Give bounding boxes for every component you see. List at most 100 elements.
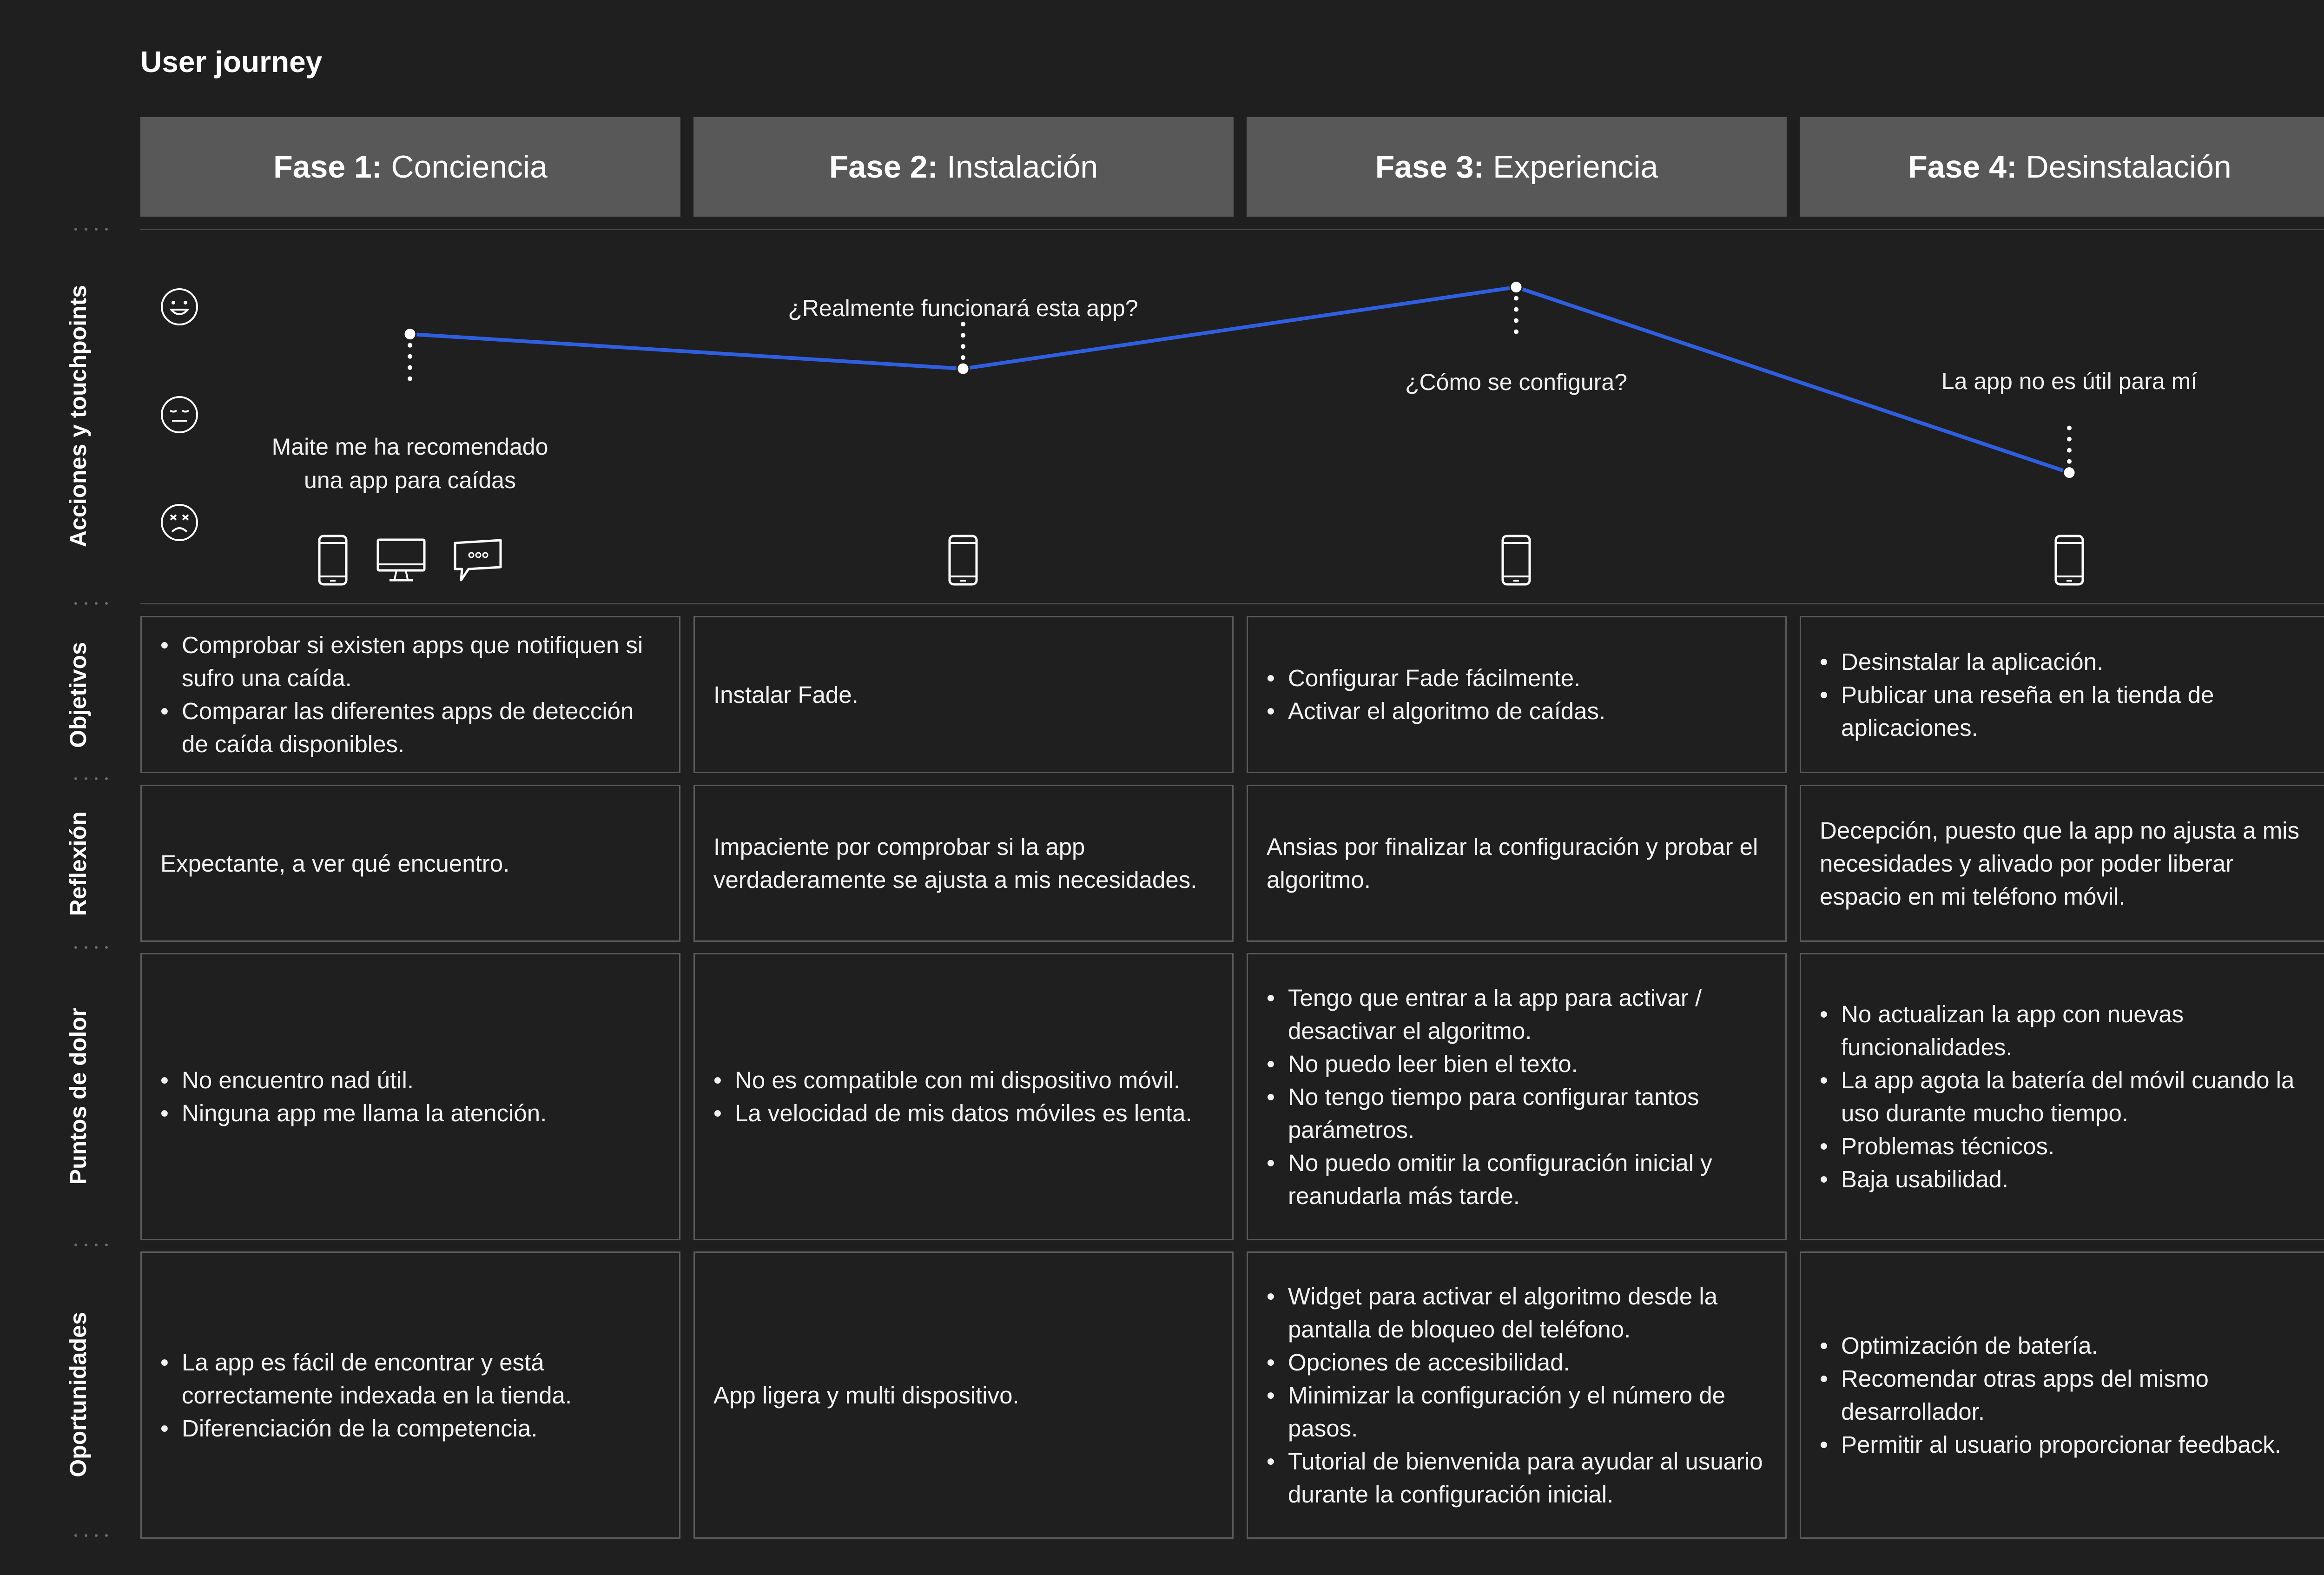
list-item: No actualizan la app con nuevas funciona… [1820,998,2320,1064]
objetivos-cell-phase-3: Configurar Fade fácilmente.Activar el al… [1247,616,1787,773]
dot-separator [74,777,108,782]
cell-text: App ligera y multi dispositivo. [713,1382,1019,1409]
list-item: Publicar una reseña en la tienda de apli… [1820,678,2320,744]
list-item: Tengo que entrar a la app para activar /… [1267,981,1767,1047]
dot-separator [74,1244,108,1248]
connector-dot [2067,459,2072,464]
reflexion-cell-phase-1: Expectante, a ver qué encuentro. [140,785,680,942]
annotation-line: Maite me ha recomendado [271,434,548,460]
cell-text: Expectante, a ver qué encuentro. [160,850,510,877]
cell-text: Instalar Fade. [713,681,858,708]
journey-line-chart [403,280,2076,480]
dot-separator [74,946,108,951]
bullet-list: La app es fácil de encontrar y está corr… [160,1346,660,1445]
list-item: Optimización de batería. [1820,1329,2320,1362]
connector-dot [408,354,412,359]
list-item: Problemas técnicos. [1820,1130,2320,1163]
puntos-de-dolor-cell-phase-4: No actualizan la app con nuevas funciona… [1800,953,2324,1240]
oportunidades-cell-phase-2: App ligera y multi dispositivo. [693,1251,1234,1539]
bullet-list: Desinstalar la aplicación.Publicar una r… [1820,645,2320,744]
reflexion-cell-phase-4: Decepción, puesto que la app no ajusta a… [1800,785,2324,942]
list-item: No tengo tiempo para configurar tantos p… [1267,1080,1767,1146]
oportunidades-cell-phase-3: Widget para activar el algoritmo desde l… [1247,1251,1787,1539]
connector-dot [1514,329,1519,334]
list-item: Activar el algoritmo de caídas. [1267,695,1767,728]
cell-text: Ansias por finalizar la configuración y … [1267,834,1758,893]
list-item: Comprobar si existen apps que notifiquen… [160,629,660,695]
connector-dot [408,343,412,348]
connector-dot [1514,296,1519,301]
journey-point-phase-3 [1509,280,1523,294]
connector-dot [961,333,965,338]
list-item: No puedo omitir la configuración inicial… [1267,1146,1767,1212]
reflexion-cell-phase-2: Impaciente por comprobar si la app verda… [693,785,1234,942]
annotation-phase-3: ¿Cómo se configura? [1405,365,1627,399]
annotation-line: ¿Realmente funcionará esta app? [788,295,1138,321]
bullet-list: Tengo que entrar a la app para activar /… [1267,981,1767,1212]
objetivos-cell-phase-1: Comprobar si existen apps que notifiquen… [140,616,680,773]
connector-dot [408,365,412,370]
connector-dot [2067,425,2072,430]
list-item: Tutorial de bienvenida para ayudar al us… [1267,1445,1767,1511]
list-item: Minimizar la configuración y el número d… [1267,1379,1767,1445]
list-item: Desinstalar la aplicación. [1820,645,2320,678]
dot-separator [74,1534,108,1539]
list-item: Widget para activar el algoritmo desde l… [1267,1280,1767,1346]
connector-dot [2067,448,2072,453]
list-item: No es compatible con mi dispositivo móvi… [713,1064,1214,1097]
annotation-phase-2: ¿Realmente funcionará esta app? [788,291,1138,325]
cell-text: Impaciente por comprobar si la app verda… [713,834,1197,893]
list-item: La velocidad de mis datos móviles es len… [713,1097,1214,1130]
connector-dot [1514,318,1519,323]
connector-dot [408,376,412,381]
list-item: Comparar las diferentes apps de detecció… [160,695,660,761]
desktop-icon [376,538,426,582]
list-item: Permitir al usuario proporcionar feedbac… [1820,1428,2320,1461]
journey-point-phase-1 [403,327,417,341]
bullet-list: Comprobar si existen apps que notifiquen… [160,629,660,761]
journey-layer [403,280,2076,480]
list-item: La app agota la batería del móvil cuando… [1820,1064,2320,1130]
annotation-line: La app no es útil para mí [1941,368,2198,394]
list-item: Ninguna app me llama la atención. [160,1097,660,1130]
puntos-de-dolor-cell-phase-3: Tengo que entrar a la app para activar /… [1247,953,1787,1240]
connector-dot [2067,437,2072,442]
list-item: No encuentro nad útil. [160,1064,660,1097]
chat-bubble-icon [454,539,502,582]
phone-icon [948,535,978,586]
phone-icon [2054,535,2084,586]
phone-icon [1501,535,1531,586]
list-item: No puedo leer bien el texto. [1267,1047,1767,1080]
puntos-de-dolor-cell-phase-2: No es compatible con mi dispositivo móvi… [693,953,1234,1240]
list-item: Opciones de accesibilidad. [1267,1346,1767,1379]
list-item: La app es fácil de encontrar y está corr… [160,1346,660,1412]
connector-dot [1514,307,1519,312]
annotation-line: ¿Cómo se configura? [1405,369,1628,395]
oportunidades-cell-phase-4: Optimización de batería.Recomendar otras… [1800,1251,2324,1539]
bullet-list: No actualizan la app con nuevas funciona… [1820,998,2320,1196]
puntos-de-dolor-cell-phase-1: No encuentro nad útil.Ninguna app me lla… [140,953,680,1240]
list-item: Recomendar otras apps del mismo desarrol… [1820,1362,2320,1428]
connector-dot [961,344,965,349]
annotation-phase-1: Maite me ha recomendado una app para caí… [272,430,548,497]
objetivos-cell-phase-4: Desinstalar la aplicación.Publicar una r… [1800,616,2324,773]
annotation-line: una app para caídas [304,467,516,493]
bullet-list: No es compatible con mi dispositivo móvi… [713,1064,1214,1130]
objetivos-cell-phase-2: Instalar Fade. [693,616,1234,773]
annotation-phase-4: La app no es útil para mí [1941,364,2197,398]
journey-point-phase-2 [956,362,970,376]
phone-icon [318,535,348,586]
list-item: Diferenciación de la competencia. [160,1412,660,1445]
journey-line [409,285,2070,475]
list-item: Baja usabilidad. [1820,1163,2320,1196]
bullet-list: Widget para activar el algoritmo desde l… [1267,1280,1767,1511]
connector-dot [961,355,965,360]
list-item: Configurar Fade fácilmente. [1267,662,1767,695]
oportunidades-cell-phase-1: La app es fácil de encontrar y está corr… [140,1251,680,1539]
journey-point-phase-4 [2062,466,2076,480]
bullet-list: No encuentro nad útil.Ninguna app me lla… [160,1064,660,1130]
bullet-list: Configurar Fade fácilmente.Activar el al… [1267,662,1767,728]
cell-text: Decepción, puesto que la app no ajusta a… [1820,817,2300,910]
bullet-list: Optimización de batería.Recomendar otras… [1820,1329,2320,1461]
reflexion-cell-phase-3: Ansias por finalizar la configuración y … [1247,785,1787,942]
